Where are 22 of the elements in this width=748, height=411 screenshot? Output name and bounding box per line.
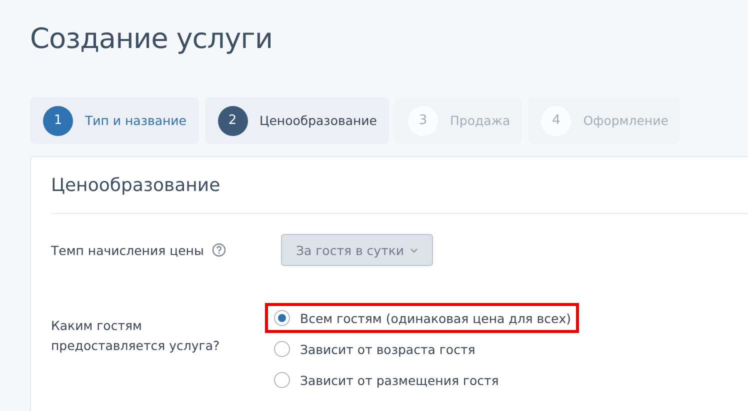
step-label: Ценообразование bbox=[260, 113, 377, 128]
field-label: Каким гостям предоставляется услуга? bbox=[51, 317, 221, 355]
page-title: Создание услуги bbox=[30, 21, 274, 57]
radio-option[interactable]: Зависит от возраста гостя bbox=[265, 334, 580, 364]
step-label: Продажа bbox=[450, 113, 510, 128]
step-tab[interactable]: 1 Тип и название bbox=[30, 97, 198, 144]
step-label: Оформление bbox=[583, 113, 668, 128]
radio-button[interactable] bbox=[274, 310, 290, 326]
step-number: 4 bbox=[541, 106, 572, 136]
step-tab[interactable]: 2 Ценообразование bbox=[204, 97, 389, 144]
step-number: 3 bbox=[408, 106, 438, 136]
step-label: Тип и название bbox=[85, 113, 186, 128]
section-title: Ценообразование bbox=[51, 174, 220, 196]
caret-icon bbox=[410, 248, 418, 252]
radio-button[interactable] bbox=[274, 372, 290, 388]
field-label: Темп начисления цены bbox=[51, 242, 204, 258]
help-icon[interactable] bbox=[212, 243, 226, 257]
step-number: 1 bbox=[43, 106, 73, 136]
radio-option[interactable]: Всем гостям (одинаковая цена для всех) bbox=[265, 303, 580, 333]
radio-option[interactable]: Зависит от размещения гостя bbox=[265, 365, 580, 395]
step-number: 2 bbox=[218, 106, 248, 136]
radio-button[interactable] bbox=[274, 341, 290, 357]
